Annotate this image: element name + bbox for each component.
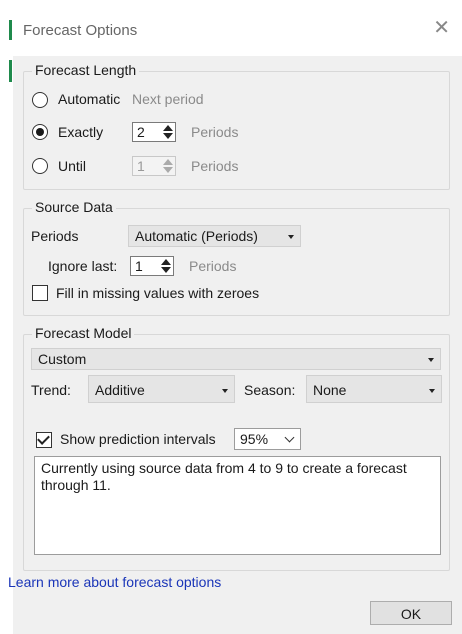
accent-bar xyxy=(9,20,12,40)
until-unit: Periods xyxy=(191,158,239,174)
ok-button[interactable]: OK xyxy=(370,601,452,625)
until-label[interactable]: Until xyxy=(58,158,86,174)
automatic-radio[interactable] xyxy=(32,92,48,108)
ignore-last-label: Ignore last: xyxy=(48,258,118,274)
exactly-stepper[interactable]: 2 xyxy=(132,122,176,142)
season-label: Season: xyxy=(244,382,296,398)
chevron-down-icon xyxy=(284,432,295,443)
exactly-radio[interactable] xyxy=(32,124,48,140)
stepper-arrows-icon[interactable] xyxy=(160,258,172,274)
ignore-last-stepper[interactable]: 1 xyxy=(130,256,174,276)
forecast-options-dialog: Forecast Options ✕ Forecast Length Autom… xyxy=(0,0,462,634)
exactly-unit: Periods xyxy=(191,124,239,140)
trend-label: Trend: xyxy=(31,382,71,398)
source-data-title: Source Data xyxy=(32,199,116,215)
model-value: Custom xyxy=(38,351,87,367)
automatic-label[interactable]: Automatic xyxy=(58,91,120,107)
fill-missing-checkbox[interactable] xyxy=(32,285,48,301)
interval-dropdown[interactable]: 95% xyxy=(234,428,301,450)
accent-bar-2 xyxy=(9,60,12,82)
dialog-title: Forecast Options xyxy=(23,22,138,39)
forecast-model-group: Forecast Model Custom Trend: Additive Se… xyxy=(23,325,450,571)
until-stepper[interactable]: 1 xyxy=(132,156,176,176)
periods-label: Periods xyxy=(31,228,79,244)
show-intervals-checkbox[interactable] xyxy=(36,432,52,448)
caret-down-icon xyxy=(429,389,435,393)
forecast-description: Currently using source data from 4 to 9 … xyxy=(34,456,441,555)
exactly-value[interactable]: 2 xyxy=(137,124,145,140)
stepper-arrows-icon[interactable] xyxy=(162,158,174,174)
periods-dropdown[interactable]: Automatic (Periods) xyxy=(128,225,301,247)
until-radio[interactable] xyxy=(32,158,48,174)
caret-down-icon xyxy=(428,358,434,362)
forecast-model-title: Forecast Model xyxy=(32,325,135,341)
caret-down-icon xyxy=(222,389,228,393)
exactly-label[interactable]: Exactly xyxy=(58,124,103,140)
ignore-last-unit: Periods xyxy=(189,258,237,274)
ignore-last-value[interactable]: 1 xyxy=(135,258,143,274)
close-icon[interactable]: ✕ xyxy=(433,18,450,38)
dialog-body: Forecast Length Automatic Next period Ex… xyxy=(8,56,462,634)
until-value[interactable]: 1 xyxy=(137,158,145,174)
season-dropdown[interactable]: None xyxy=(306,375,442,403)
model-dropdown[interactable]: Custom xyxy=(31,348,441,370)
trend-dropdown[interactable]: Additive xyxy=(88,375,235,403)
stepper-arrows-icon[interactable] xyxy=(162,124,174,140)
show-intervals-label[interactable]: Show prediction intervals xyxy=(60,431,216,447)
source-data-group: Source Data Periods Automatic (Periods) … xyxy=(23,199,450,316)
learn-more-link[interactable]: Learn more about forecast options xyxy=(8,574,221,590)
fill-missing-label[interactable]: Fill in missing values with zeroes xyxy=(56,285,259,301)
trend-value: Additive xyxy=(95,382,145,398)
forecast-length-group: Forecast Length Automatic Next period Ex… xyxy=(23,62,450,190)
interval-value: 95% xyxy=(240,431,269,447)
periods-value: Automatic (Periods) xyxy=(135,228,258,244)
season-value: None xyxy=(313,382,347,398)
automatic-hint: Next period xyxy=(132,91,204,107)
forecast-length-title: Forecast Length xyxy=(32,62,140,78)
title-bar: Forecast Options ✕ xyxy=(13,0,462,57)
caret-down-icon xyxy=(288,235,294,239)
